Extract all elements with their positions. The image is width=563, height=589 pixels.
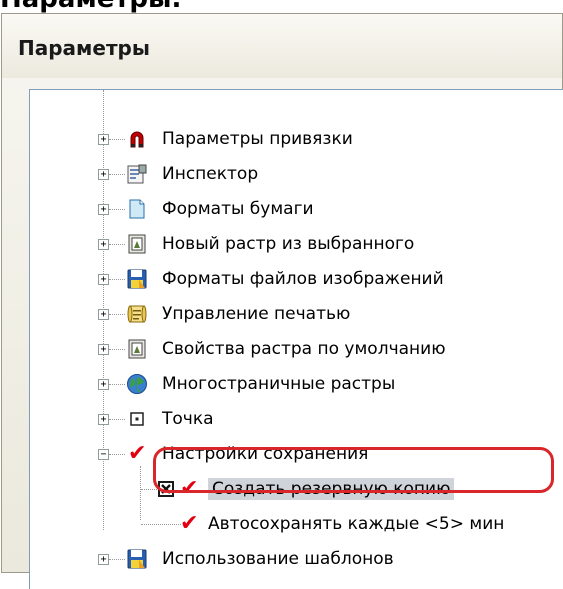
tree-item-raster-defaults[interactable]: + Свойства растра по умолчанию bbox=[30, 338, 563, 374]
tree-item-label: Использование шаблонов bbox=[162, 549, 394, 569]
raster-icon bbox=[128, 234, 146, 254]
check-icon: ✔ bbox=[128, 441, 147, 466]
check-icon: ✔ bbox=[180, 511, 199, 536]
tree-item-label: Многостраничные растры bbox=[162, 374, 396, 394]
tree-item-new-raster[interactable]: + Новый растр из выбранного bbox=[30, 233, 563, 269]
expand-toggle[interactable]: + bbox=[98, 239, 109, 250]
tree-item-paper-formats[interactable]: + Форматы бумаги bbox=[30, 198, 563, 234]
tree-item-label: Управление печатью bbox=[162, 304, 351, 324]
inspector-icon bbox=[127, 164, 147, 184]
options-tree[interactable]: + Параметры привязки + Инспектор + Форма… bbox=[29, 89, 563, 589]
tree-item-label: Новый растр из выбранного bbox=[162, 234, 415, 254]
magnet-icon bbox=[130, 131, 144, 148]
dialog-title: Параметры bbox=[18, 36, 150, 60]
tree-item-label: Параметры привязки bbox=[162, 129, 353, 149]
tree-item-label: Инспектор bbox=[162, 164, 259, 184]
tree-item-templates[interactable]: + Использование шаблонов bbox=[30, 548, 563, 584]
dialog-titlebar: Параметры bbox=[2, 14, 562, 78]
raster-icon bbox=[128, 339, 146, 359]
expand-toggle[interactable]: + bbox=[98, 414, 109, 425]
expand-toggle[interactable]: + bbox=[98, 344, 109, 355]
tree-item-label: Форматы файлов изображений bbox=[162, 269, 444, 289]
floppy-icon bbox=[127, 549, 147, 569]
tree-item-label: Свойства растра по умолчанию bbox=[162, 339, 446, 359]
tree-item-image-file-formats[interactable]: + Форматы файлов изображений bbox=[30, 268, 563, 304]
expand-toggle[interactable]: + bbox=[98, 204, 109, 215]
tree-item-autosave[interactable]: ✔ Автосохранять каждые <5> мин bbox=[30, 513, 563, 549]
tree-item-snap-settings[interactable]: + Параметры привязки bbox=[30, 128, 563, 164]
point-icon bbox=[130, 412, 144, 426]
collapse-toggle[interactable]: − bbox=[98, 449, 109, 460]
expand-toggle[interactable]: + bbox=[98, 169, 109, 180]
tree-item-multipage-rasters[interactable]: + Многостраничные растры bbox=[30, 373, 563, 409]
tree-item-print-management[interactable]: + Управление печатью bbox=[30, 303, 563, 339]
scroll-icon bbox=[127, 305, 147, 323]
tree-item-inspector[interactable]: + Инспектор bbox=[30, 163, 563, 199]
expand-toggle[interactable]: + bbox=[98, 134, 109, 145]
expand-toggle[interactable]: + bbox=[98, 554, 109, 565]
expand-toggle[interactable]: + bbox=[98, 309, 109, 320]
paper-icon bbox=[129, 199, 145, 219]
page-heading: Параметры. bbox=[0, 0, 181, 12]
tree-item-label: Автосохранять каждые <5> мин bbox=[208, 514, 505, 534]
tree-item-label: Форматы бумаги bbox=[162, 199, 314, 219]
highlight-annotation bbox=[153, 447, 554, 493]
expand-toggle[interactable]: + bbox=[98, 379, 109, 390]
floppy-icon bbox=[127, 269, 147, 289]
tree-item-point[interactable]: + Точка bbox=[30, 408, 563, 444]
tree-item-label: Точка bbox=[162, 409, 214, 429]
globe-icon bbox=[127, 374, 147, 394]
expand-toggle[interactable]: + bbox=[98, 274, 109, 285]
